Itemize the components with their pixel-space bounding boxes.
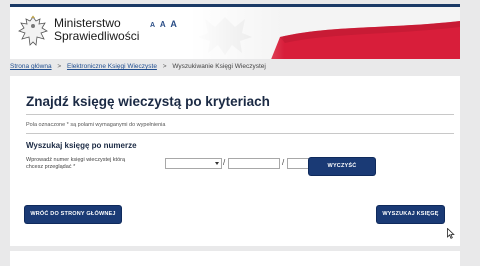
court-code-select[interactable] [165, 158, 222, 169]
lower-panel [10, 251, 460, 266]
site-header: Ministerstwo Sprawiedliwości A A A [10, 4, 460, 59]
back-to-home-button[interactable]: WRÓĆ DO STRONY GŁÓWNEJ [25, 206, 121, 223]
search-form-card: Znajdź księgę wieczystą po kryteriach Po… [10, 76, 460, 246]
clear-button[interactable]: WYCZYŚĆ [309, 158, 375, 175]
font-size-small-button[interactable]: A [150, 22, 156, 29]
title-divider [26, 114, 454, 115]
breadcrumb: Strona główna > Elektroniczne Księgi Wie… [10, 63, 266, 70]
kw-number-label: Wprowadź numer księgi wieczystej którą c… [26, 157, 126, 170]
ministry-name[interactable]: Ministerstwo Sprawiedliwości [54, 17, 139, 43]
flag-banner-image [190, 7, 460, 59]
chevron-down-icon [215, 162, 219, 165]
mouse-pointer-icon [447, 228, 455, 239]
font-size-controls: A A A [150, 19, 178, 30]
page-title: Znajdź księgę wieczystą po kryteriach [26, 94, 270, 109]
breadcrumb-ekw-link[interactable]: Elektroniczne Księgi Wieczyste [67, 63, 157, 70]
slash-separator: / [223, 158, 226, 167]
eagle-emblem-icon[interactable] [18, 15, 48, 49]
font-size-large-button[interactable]: A [170, 19, 178, 29]
search-book-button[interactable]: WYSZUKAJ KSIĘGĘ [377, 206, 444, 223]
kw-number-input[interactable] [228, 158, 280, 169]
breadcrumb-home-link[interactable]: Strona główna [10, 63, 52, 70]
section-divider [26, 133, 454, 134]
slash-separator: / [282, 158, 285, 167]
section-title: Wyszukaj księgę po numerze [26, 141, 137, 150]
font-size-medium-button[interactable]: A [160, 20, 167, 29]
breadcrumb-separator: > [162, 63, 167, 70]
brand-line-2: Sprawiedliwości [54, 29, 140, 43]
breadcrumb-current: Wyszukiwanie Księgi Wieczystej [172, 63, 266, 70]
required-fields-note: Pola oznaczone * są polami wymaganymi do… [26, 122, 166, 128]
breadcrumb-separator: > [57, 63, 62, 70]
